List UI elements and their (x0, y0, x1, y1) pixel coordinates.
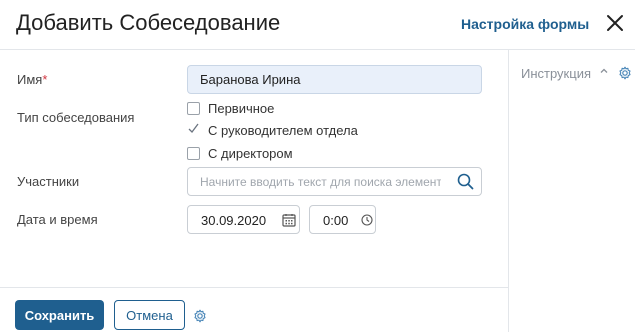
cancel-button[interactable]: Отмена (114, 300, 185, 330)
time-field[interactable]: 0:00 (309, 205, 376, 234)
gear-icon[interactable] (618, 66, 632, 80)
participants-search-box (187, 167, 482, 196)
dialog-title: Добавить Собеседование (16, 10, 281, 35)
required-mark: * (42, 72, 48, 87)
close-icon (607, 15, 623, 31)
add-interview-dialog: Добавить Собеседование Настройка формы И… (0, 0, 635, 332)
dialog-header: Добавить Собеседование Настройка формы (0, 0, 635, 50)
checkbox-label: С директором (208, 145, 293, 161)
gear-icon[interactable] (193, 309, 207, 323)
date-value: 30.09.2020 (201, 213, 267, 228)
checkbox-with-director[interactable]: С директором (187, 145, 293, 161)
checkbox-box[interactable] (187, 146, 200, 160)
checkbox-label: С руководителем отдела (208, 122, 358, 138)
checkbox-primary[interactable]: Первичное (187, 100, 274, 116)
close-button[interactable] (604, 12, 626, 34)
save-button[interactable]: Сохранить (15, 300, 104, 330)
clock-icon[interactable] (361, 214, 373, 226)
participants-search-input[interactable] (188, 168, 453, 195)
time-value: 0:00 (323, 213, 349, 228)
search-icon[interactable] (457, 173, 474, 190)
checkbox-label: Первичное (208, 100, 275, 116)
name-input[interactable]: Баранова Ирина (187, 65, 482, 94)
name-label-text: Имя (17, 72, 43, 87)
datetime-label: Дата и время (17, 212, 98, 227)
chevron-up-icon[interactable] (599, 66, 609, 76)
dialog-footer: Сохранить Отмена (0, 287, 508, 332)
date-field[interactable]: 30.09.2020 (187, 205, 300, 234)
name-label: Имя* (17, 72, 47, 87)
checkbox-box[interactable] (187, 101, 200, 115)
checkbox-with-department-head[interactable]: С руководителем отдела (187, 122, 358, 138)
instruction-toggle[interactable]: Инструкция (521, 66, 591, 81)
participants-label: Участники (17, 174, 80, 189)
form-settings-link[interactable]: Настройка формы (461, 16, 589, 32)
checkbox-box[interactable] (187, 123, 200, 137)
calendar-icon[interactable] (282, 213, 296, 227)
instruction-panel: Инструкция (508, 50, 635, 332)
interview-type-label: Тип собеседования (17, 110, 135, 125)
checkmark-icon (188, 123, 199, 133)
